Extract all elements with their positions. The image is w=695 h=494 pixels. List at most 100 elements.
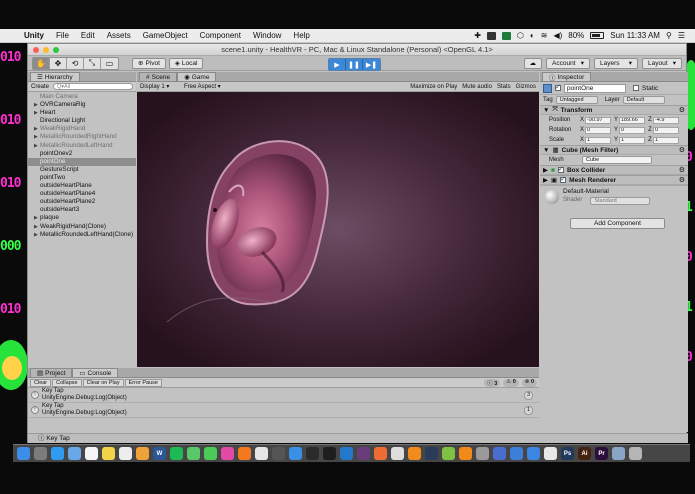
- dropbox-icon[interactable]: [527, 447, 540, 460]
- folder-icon[interactable]: [612, 447, 625, 460]
- console-log-entry[interactable]: ! Key Tap UnityEngine.Debug:Log(Object) 1: [28, 403, 539, 418]
- tab-game[interactable]: ◉ Game: [177, 72, 217, 81]
- finder-icon[interactable]: [17, 447, 30, 460]
- transform-x-input[interactable]: 1: [585, 136, 611, 144]
- hierarchy-item[interactable]: pointTwo: [28, 174, 136, 182]
- blender-icon[interactable]: [408, 447, 421, 460]
- hierarchy-item[interactable]: ▶ MetallicRoundedLeftHand(Clone): [28, 231, 136, 239]
- illustrator-icon[interactable]: Ai: [578, 447, 591, 460]
- play-button[interactable]: ▶: [329, 59, 346, 70]
- chrome2-icon[interactable]: [544, 447, 557, 460]
- hierarchy-item[interactable]: outsideHeart3: [28, 206, 136, 214]
- notification-center-icon[interactable]: ☰: [678, 31, 685, 40]
- hierarchy-item[interactable]: Directional Light: [28, 117, 136, 125]
- hierarchy-search-input[interactable]: Q▾All: [53, 83, 133, 90]
- transform-z-input[interactable]: 0: [653, 126, 679, 134]
- calendar-icon[interactable]: [85, 447, 98, 460]
- nvidia-icon[interactable]: [501, 31, 511, 40]
- stats-toggle[interactable]: Stats: [497, 84, 511, 90]
- transform-y-input[interactable]: 0: [619, 126, 645, 134]
- terminal-icon[interactable]: [323, 447, 336, 460]
- menu-edit[interactable]: Edit: [75, 31, 101, 40]
- slack-icon[interactable]: [357, 447, 370, 460]
- active-checkbox[interactable]: [555, 83, 561, 91]
- steam-icon[interactable]: [425, 447, 438, 460]
- mail-icon[interactable]: [68, 447, 81, 460]
- firefox-icon[interactable]: [238, 447, 251, 460]
- tab-scene[interactable]: # Scene: [139, 72, 178, 81]
- hand-tool-icon[interactable]: ✋: [33, 57, 50, 69]
- finder2-icon[interactable]: [493, 447, 506, 460]
- vscode-icon[interactable]: [340, 447, 353, 460]
- tab-inspector[interactable]: ⓘ Inspector: [542, 72, 592, 82]
- scale-tool-icon[interactable]: ⤡: [84, 57, 101, 69]
- spotify-icon[interactable]: [170, 447, 183, 460]
- menu-window[interactable]: Window: [247, 31, 287, 40]
- rotate-tool-icon[interactable]: ⟲: [67, 57, 84, 69]
- console-log-entry[interactable]: ! Key Tap UnityEngine.Debug:Log(Object) 3: [28, 388, 539, 403]
- gear-icon[interactable]: ⚙: [679, 176, 685, 184]
- reminders-icon[interactable]: [119, 447, 132, 460]
- mesh-renderer-checkbox[interactable]: [560, 175, 567, 183]
- transform-x-input[interactable]: 0: [585, 126, 611, 134]
- object-name-field[interactable]: pointOne: [564, 83, 626, 93]
- mesh-field[interactable]: Cube: [582, 156, 652, 164]
- chrome-icon[interactable]: [255, 447, 268, 460]
- pause-button[interactable]: ❚❚: [346, 59, 363, 70]
- menu-gameobject[interactable]: GameObject: [137, 31, 194, 40]
- transform-y-input[interactable]: 189.66: [619, 116, 645, 124]
- trash-icon[interactable]: [629, 447, 642, 460]
- account-dropdown[interactable]: Account ▾: [546, 57, 590, 69]
- add-component-button[interactable]: Add Component: [570, 218, 665, 229]
- menu-file[interactable]: File: [50, 31, 75, 40]
- create-dropdown[interactable]: Create: [31, 84, 49, 90]
- sound-icon[interactable]: ◀): [553, 31, 562, 40]
- facetime-icon[interactable]: [204, 447, 217, 460]
- hierarchy-item[interactable]: pointOnev2: [28, 150, 136, 158]
- tab-console[interactable]: ▭ Console: [72, 368, 119, 377]
- display-icon[interactable]: [486, 31, 496, 40]
- tab-hierarchy[interactable]: ☰ Hierarchy: [30, 72, 80, 81]
- maximize-on-play-toggle[interactable]: Maximize on Play: [410, 84, 457, 90]
- hierarchy-item[interactable]: outsideHeartPlane4: [28, 190, 136, 198]
- cloud-button[interactable]: ☁: [523, 57, 542, 69]
- game-viewport[interactable]: [137, 92, 539, 367]
- hierarchy-item[interactable]: ▶ MetallicRoundedRightHand: [28, 133, 136, 141]
- gear-icon[interactable]: ⚙: [679, 166, 685, 174]
- transform-z-input[interactable]: 1: [653, 136, 679, 144]
- gear-icon[interactable]: ⚙: [679, 106, 685, 114]
- menubar-clock[interactable]: Sun 11:33 AM: [610, 31, 660, 40]
- display-dropdown[interactable]: Display 1 ▾: [140, 83, 180, 90]
- hierarchy-item[interactable]: GestureScript: [28, 166, 136, 174]
- shader-dropdown[interactable]: Standard: [590, 197, 651, 205]
- xcode-icon[interactable]: [510, 447, 523, 460]
- hierarchy-item[interactable]: outsideHeartPlane: [28, 182, 136, 190]
- pivot-toggle[interactable]: ⊕ Pivot: [132, 57, 166, 69]
- menu-unity[interactable]: Unity: [18, 31, 50, 40]
- notes-icon[interactable]: [102, 447, 115, 460]
- hierarchy-item[interactable]: ▶ OVRCameraRig: [28, 101, 136, 109]
- mute-audio-toggle[interactable]: Mute audio: [462, 84, 492, 90]
- close-window-button[interactable]: [33, 47, 39, 53]
- hierarchy-item[interactable]: Main Camera: [28, 93, 136, 101]
- messages-icon[interactable]: [187, 447, 200, 460]
- error-count-toggle[interactable]: ⊗ 0: [521, 378, 537, 387]
- gizmos-dropdown[interactable]: Gizmos: [516, 84, 536, 90]
- oculus-icon[interactable]: [476, 447, 489, 460]
- transform-x-input[interactable]: -90.97: [585, 116, 611, 124]
- launchpad-icon[interactable]: [34, 447, 47, 460]
- hierarchy-item[interactable]: ▶ WeakRigidHand: [28, 125, 136, 133]
- collapse-toggle[interactable]: Collapse: [52, 378, 82, 387]
- aspect-dropdown[interactable]: Free Aspect ▾: [184, 83, 221, 90]
- gear-icon[interactable]: ⚙: [679, 146, 685, 154]
- github-icon[interactable]: [306, 447, 319, 460]
- hierarchy-item[interactable]: ▶ Heart: [28, 109, 136, 117]
- clear-on-play-toggle[interactable]: Clear on Play: [82, 378, 124, 387]
- step-button[interactable]: ▶❚: [363, 59, 380, 70]
- mesh-renderer-header[interactable]: ▶ ▣ Mesh Renderer ⚙: [540, 175, 688, 185]
- safari-icon[interactable]: [51, 447, 64, 460]
- tag-dropdown[interactable]: Untagged: [555, 96, 598, 104]
- dropbox-menubar-icon[interactable]: ⬡: [517, 31, 524, 40]
- volume-icon[interactable]: ◐: [530, 31, 535, 40]
- hierarchy-item[interactable]: ▶ MetallicRoundedLeftHand: [28, 142, 136, 150]
